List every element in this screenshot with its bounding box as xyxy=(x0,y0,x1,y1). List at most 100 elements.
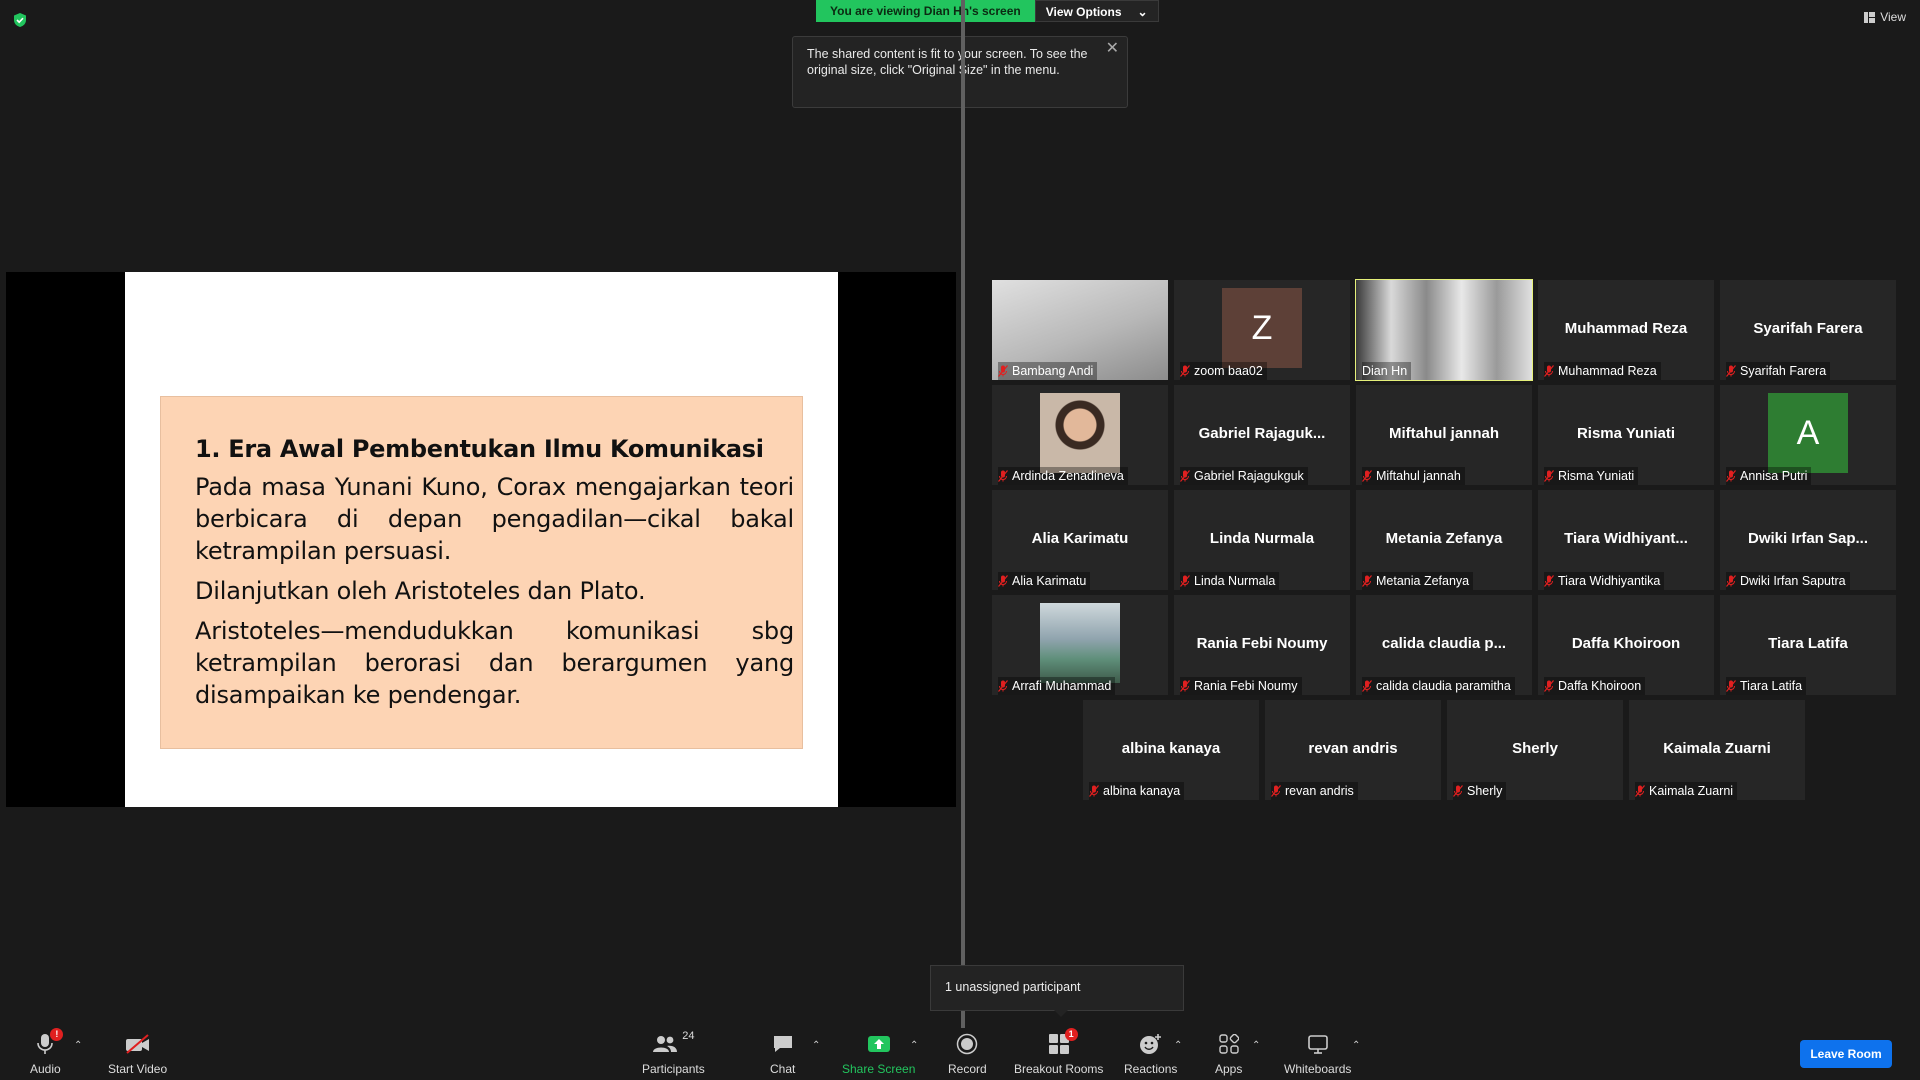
participant-tile[interactable]: Linda Nurmala Linda Nurmala xyxy=(1174,490,1350,590)
slide-paragraph-2: Dilanjutkan oleh Aristoteles dan Plato. xyxy=(195,577,646,605)
view-options-label: View Options xyxy=(1045,5,1122,19)
participant-tile[interactable]: calida claudia p... calida claudia parami… xyxy=(1356,595,1532,695)
participant-tile[interactable]: Sherly Sherly xyxy=(1447,700,1623,800)
participant-name-label: revan andris xyxy=(1271,782,1358,800)
participant-tile[interactable]: Gabriel Rajaguk... Gabriel Rajagukguk xyxy=(1174,385,1350,485)
participant-display-name: Tiara Widhiyant... xyxy=(1564,530,1688,547)
participant-tile[interactable]: Tiara Widhiyant... Tiara Widhiyantika xyxy=(1538,490,1714,590)
participant-tile[interactable]: Alia Karimatu Alia Karimatu xyxy=(992,490,1168,590)
record-button[interactable]: Record xyxy=(948,1030,987,1076)
participant-tile[interactable]: Dian Hn xyxy=(1355,279,1533,381)
participant-name: Syarifah Farera xyxy=(1740,364,1827,378)
participant-tile[interactable]: A Annisa Putri xyxy=(1720,385,1896,485)
chat-label: Chat xyxy=(770,1062,796,1076)
whiteboards-button[interactable]: Whiteboards xyxy=(1284,1030,1351,1076)
participant-display-name: Gabriel Rajaguk... xyxy=(1198,425,1326,442)
participant-name: Sherly xyxy=(1467,784,1503,798)
participant-name: Rania Febi Noumy xyxy=(1194,679,1298,693)
slide-paragraph-3: Aristoteles—mendudukkan komunikasi sbg k… xyxy=(195,617,794,709)
participant-name-label: Rania Febi Noumy xyxy=(1180,677,1302,695)
participant-tile[interactable]: Risma Yuniati Risma Yuniati xyxy=(1538,385,1714,485)
share-options-caret-icon[interactable]: ⌃ xyxy=(910,1040,918,1051)
participant-display-name: Tiara Latifa xyxy=(1768,635,1848,652)
participant-name: Daffa Khoiroon xyxy=(1558,679,1642,693)
participant-tile[interactable]: Arrafi Muhammad xyxy=(992,595,1168,695)
participant-tile[interactable]: revan andris revan andris xyxy=(1265,700,1441,800)
participant-name-label: Sherly xyxy=(1453,782,1507,800)
breakout-rooms-badge: 1 xyxy=(1064,1028,1078,1041)
participant-name-label: Tiara Latifa xyxy=(1726,677,1807,695)
muted-mic-icon xyxy=(1089,785,1099,797)
audio-options-caret-icon[interactable]: ⌃ xyxy=(74,1040,82,1051)
participant-name-label: Miftahul jannah xyxy=(1362,467,1465,485)
muted-mic-icon xyxy=(998,575,1008,587)
muted-mic-icon xyxy=(1362,470,1372,482)
participant-display-name: Miftahul jannah xyxy=(1389,425,1499,442)
participant-display-name: Linda Nurmala xyxy=(1209,530,1315,547)
chat-button[interactable]: Chat xyxy=(770,1030,795,1076)
participant-name: Kaimala Zuarni xyxy=(1649,784,1734,798)
breakout-rooms-button[interactable]: 1 Breakout Rooms xyxy=(1014,1028,1104,1076)
participant-tile[interactable]: Daffa Khoiroon Daffa Khoiroon xyxy=(1538,595,1714,695)
participant-name: zoom baa02 xyxy=(1194,364,1263,378)
participant-name-label: Dian Hn xyxy=(1362,362,1412,380)
chevron-down-icon: ⌄ xyxy=(1137,5,1148,19)
reactions-label: Reactions xyxy=(1124,1062,1178,1076)
participant-display-name: albina kanaya xyxy=(1121,740,1221,757)
participant-name: albina kanaya xyxy=(1103,784,1181,798)
apps-button[interactable]: Apps xyxy=(1215,1030,1242,1076)
audio-button[interactable]: ! Audio xyxy=(30,1028,64,1076)
participant-name: Arrafi Muhammad xyxy=(1012,679,1112,693)
participant-tile[interactable]: Metania Zefanya Metania Zefanya xyxy=(1356,490,1532,590)
participant-tile[interactable]: Zzoom baa02 xyxy=(1174,280,1350,380)
start-video-label: Start Video xyxy=(108,1062,168,1076)
whiteboards-caret-icon[interactable]: ⌃ xyxy=(1352,1040,1360,1051)
viewing-status: You are viewing Dian Hn's screen xyxy=(816,0,1035,22)
participant-name-label: Dwiki Irfan Saputra xyxy=(1726,572,1850,590)
participant-name-label: Muhammad Reza xyxy=(1544,362,1661,380)
participant-display-name: Alia Karimatu xyxy=(1031,530,1129,547)
muted-mic-icon xyxy=(1635,785,1645,797)
participant-display-name: revan andris xyxy=(1308,740,1398,757)
muted-mic-icon xyxy=(1362,680,1372,692)
security-shield-icon[interactable] xyxy=(12,12,28,28)
participant-name: Metania Zefanya xyxy=(1376,574,1470,588)
participant-tile[interactable]: Muhammad Reza Muhammad Reza xyxy=(1538,280,1714,380)
share-screen-button[interactable]: Share Screen xyxy=(842,1030,915,1076)
participant-tile[interactable]: Ardinda Zenadineva xyxy=(992,385,1168,485)
slide-content-box: 1. Era Awal Pembentukan Ilmu Komunikasi … xyxy=(160,396,803,749)
participant-tile[interactable]: Tiara Latifa Tiara Latifa xyxy=(1720,595,1896,695)
apps-caret-icon[interactable]: ⌃ xyxy=(1252,1040,1260,1051)
split-view-divider[interactable] xyxy=(961,0,965,1028)
participant-tile[interactable]: Miftahul jannah Miftahul jannah xyxy=(1356,385,1532,485)
avatar: Z xyxy=(1222,288,1302,368)
close-icon[interactable]: ✕ xyxy=(1106,41,1119,57)
participant-tile[interactable]: albina kanaya albina kanaya xyxy=(1083,700,1259,800)
participant-name: calida claudia paramitha xyxy=(1376,679,1511,693)
participants-button[interactable]: 24 Participants xyxy=(642,1030,705,1076)
participant-display-name: Dwiki Irfan Sap... xyxy=(1747,530,1869,547)
chat-options-caret-icon[interactable]: ⌃ xyxy=(812,1040,820,1051)
participant-tile[interactable]: Dwiki Irfan Sap... Dwiki Irfan Saputra xyxy=(1720,490,1896,590)
emoji-reaction-icon xyxy=(1139,1030,1163,1058)
participant-name: Dwiki Irfan Saputra xyxy=(1740,574,1846,588)
participant-tile[interactable]: Rania Febi Noumy Rania Febi Noumy xyxy=(1174,595,1350,695)
view-options-button[interactable]: View Options ⌄ xyxy=(1034,0,1159,22)
participant-tile[interactable]: Bambang Andi xyxy=(992,280,1168,380)
record-label: Record xyxy=(948,1062,987,1076)
participant-name-label: Linda Nurmala xyxy=(1180,572,1280,590)
view-button[interactable]: View xyxy=(1864,10,1906,24)
popup-text: 1 unassigned participant xyxy=(945,980,1081,994)
reactions-button[interactable]: Reactions xyxy=(1124,1030,1177,1076)
reactions-caret-icon[interactable]: ⌃ xyxy=(1174,1040,1182,1051)
leave-room-button[interactable]: Leave Room xyxy=(1800,1040,1892,1068)
share-screen-icon xyxy=(867,1030,891,1058)
participant-tile[interactable]: Syarifah Farera Syarifah Farera xyxy=(1720,280,1896,380)
participant-name-label: Alia Karimatu xyxy=(998,572,1091,590)
start-video-button[interactable]: Start Video xyxy=(108,1030,167,1076)
breakout-rooms-label: Breakout Rooms xyxy=(1014,1062,1104,1076)
participant-display-name: Sherly xyxy=(1512,740,1558,757)
participant-name: Dian Hn xyxy=(1362,364,1408,378)
participant-tile[interactable]: Kaimala Zuarni Kaimala Zuarni xyxy=(1629,700,1805,800)
muted-mic-icon xyxy=(1453,785,1463,797)
